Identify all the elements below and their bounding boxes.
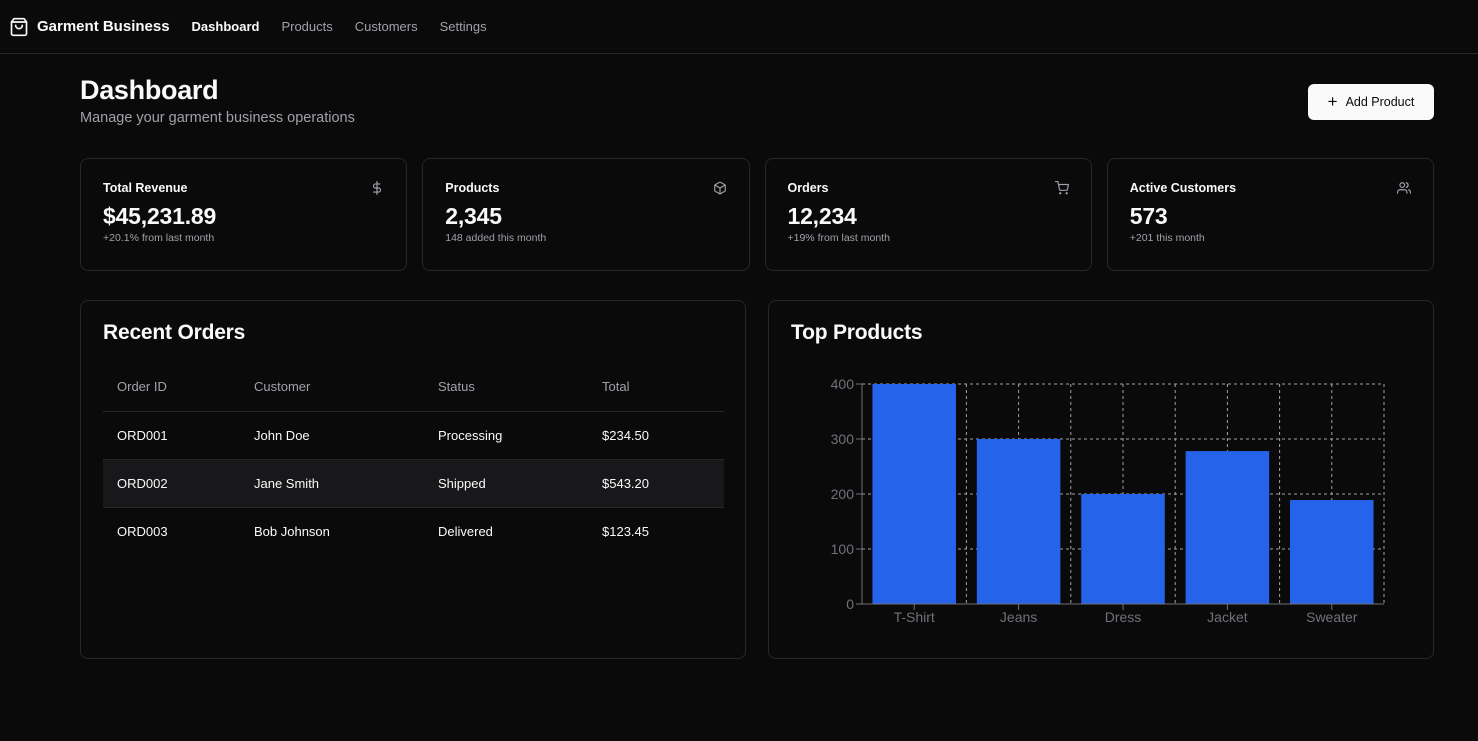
column-header[interactable]: Order ID	[103, 363, 240, 412]
top-products-chart: 0 100 200 300 400 T-Shirt Jeans Dress Jacket Swea…	[831, 376, 1385, 625]
stat-card-revenue: Total Revenue $45,231.89 +20.1% from las…	[80, 158, 408, 271]
recent-orders-title: Recent Orders	[103, 321, 246, 344]
total-cell: $543.20	[588, 459, 724, 508]
stat-title: Products	[445, 181, 500, 195]
y-tick-label: 0	[846, 596, 854, 612]
table-row[interactable]: ORD003 Bob Johnson Delivered $123.45	[103, 507, 724, 555]
stat-note: +19% from last month	[787, 232, 890, 244]
x-tick-label: T-Shirt	[894, 609, 935, 625]
panels-row: Recent Orders Order ID Customer Status T…	[80, 300, 1434, 659]
x-tick-label: Sweater	[1306, 609, 1358, 625]
stats-row: Total Revenue $45,231.89 +20.1% from las…	[80, 158, 1434, 271]
bar-sweater[interactable]	[1290, 500, 1374, 604]
nav-customers[interactable]: Customers	[355, 19, 418, 34]
column-header[interactable]: Status	[424, 363, 588, 412]
stat-card-products: Products 2,345 148 added this month	[422, 158, 750, 271]
column-header[interactable]: Total	[588, 363, 724, 412]
table-row[interactable]: ORD001 John Doe Processing $234.50	[103, 411, 724, 460]
stat-value: $45,231.89	[103, 203, 217, 229]
stat-card-customers: Active Customers 573 +201 this month	[1106, 158, 1434, 271]
stat-title: Orders	[787, 181, 829, 195]
total-cell: $234.50	[588, 411, 724, 460]
bar-dress[interactable]	[1081, 494, 1165, 604]
nav-settings[interactable]: Settings	[440, 19, 487, 34]
main-content: Dashboard Manage your garment business o…	[80, 54, 1434, 659]
order-id-cell: ORD002	[103, 459, 240, 508]
dollar-icon	[370, 181, 384, 195]
stat-value: 2,345	[445, 203, 502, 229]
table-header-row: Order ID Customer Status Total	[103, 363, 724, 412]
order-id-cell: ORD001	[103, 411, 240, 460]
package-icon	[713, 181, 727, 195]
y-tick-label: 300	[831, 431, 855, 447]
brand[interactable]: Garment Business	[9, 17, 170, 37]
cart-icon	[1054, 181, 1069, 195]
add-product-label: Add Product	[1345, 95, 1415, 109]
stat-value: 573	[1129, 203, 1168, 229]
order-id-cell: ORD003	[117, 523, 168, 539]
page-title: Dashboard	[80, 75, 219, 105]
shopping-bag-icon	[9, 17, 29, 37]
page-subtitle: Manage your garment business operations	[80, 110, 355, 126]
stat-note: +201 this month	[1129, 232, 1205, 244]
plus-icon: +	[1327, 91, 1338, 111]
table-row[interactable]: ORD002 Jane Smith Shipped $543.20	[103, 459, 724, 508]
total-cell: $123.45	[602, 523, 649, 539]
y-tick-label: 200	[831, 486, 855, 502]
x-tick-label: Jeans	[1000, 609, 1037, 625]
stat-title: Active Customers	[1129, 181, 1237, 195]
x-tick-label: Dress	[1105, 609, 1142, 625]
x-tick-label: Jacket	[1207, 609, 1248, 625]
y-tick-label: 400	[831, 376, 855, 392]
column-header[interactable]: Customer	[240, 363, 424, 412]
bar-jacket[interactable]	[1185, 451, 1270, 604]
status-cell: Processing	[424, 411, 588, 460]
app-title: Garment Business	[37, 18, 170, 35]
page-header: Dashboard Manage your garment business o…	[80, 54, 1434, 158]
top-products-panel: Top Products 0 100 200 300 400 T-Shirt Jeans Dr…	[768, 300, 1434, 659]
customer-cell: Jane Smith	[240, 459, 424, 508]
nav-products[interactable]: Products	[281, 19, 332, 34]
stat-note: +20.1% from last month	[103, 232, 215, 244]
status-cell: Shipped	[424, 459, 588, 508]
y-tick-label: 100	[831, 541, 855, 557]
main-nav: Dashboard Products Customers Settings	[192, 19, 509, 34]
bar-t-shirt[interactable]	[872, 384, 956, 604]
customer-cell: Bob Johnson	[254, 523, 330, 539]
nav-dashboard[interactable]: Dashboard	[192, 19, 260, 34]
bar-jeans[interactable]	[976, 439, 1061, 604]
customer-cell: John Doe	[240, 411, 424, 460]
status-cell: Delivered	[438, 523, 493, 539]
stat-note: 148 added this month	[445, 232, 547, 244]
stat-title: Total Revenue	[103, 181, 188, 195]
stat-card-orders: Orders 12,234 +19% from last month	[764, 158, 1092, 271]
add-product-button[interactable]: + Add Product	[1308, 84, 1434, 120]
orders-table: Order ID Customer Status Total ORD001 Jo…	[103, 363, 724, 555]
users-icon	[1397, 181, 1411, 195]
top-nav: Garment Business Dashboard Products Cust…	[0, 0, 1478, 54]
stat-value: 12,234	[787, 203, 857, 229]
recent-orders-panel: Recent Orders Order ID Customer Status T…	[80, 300, 746, 659]
